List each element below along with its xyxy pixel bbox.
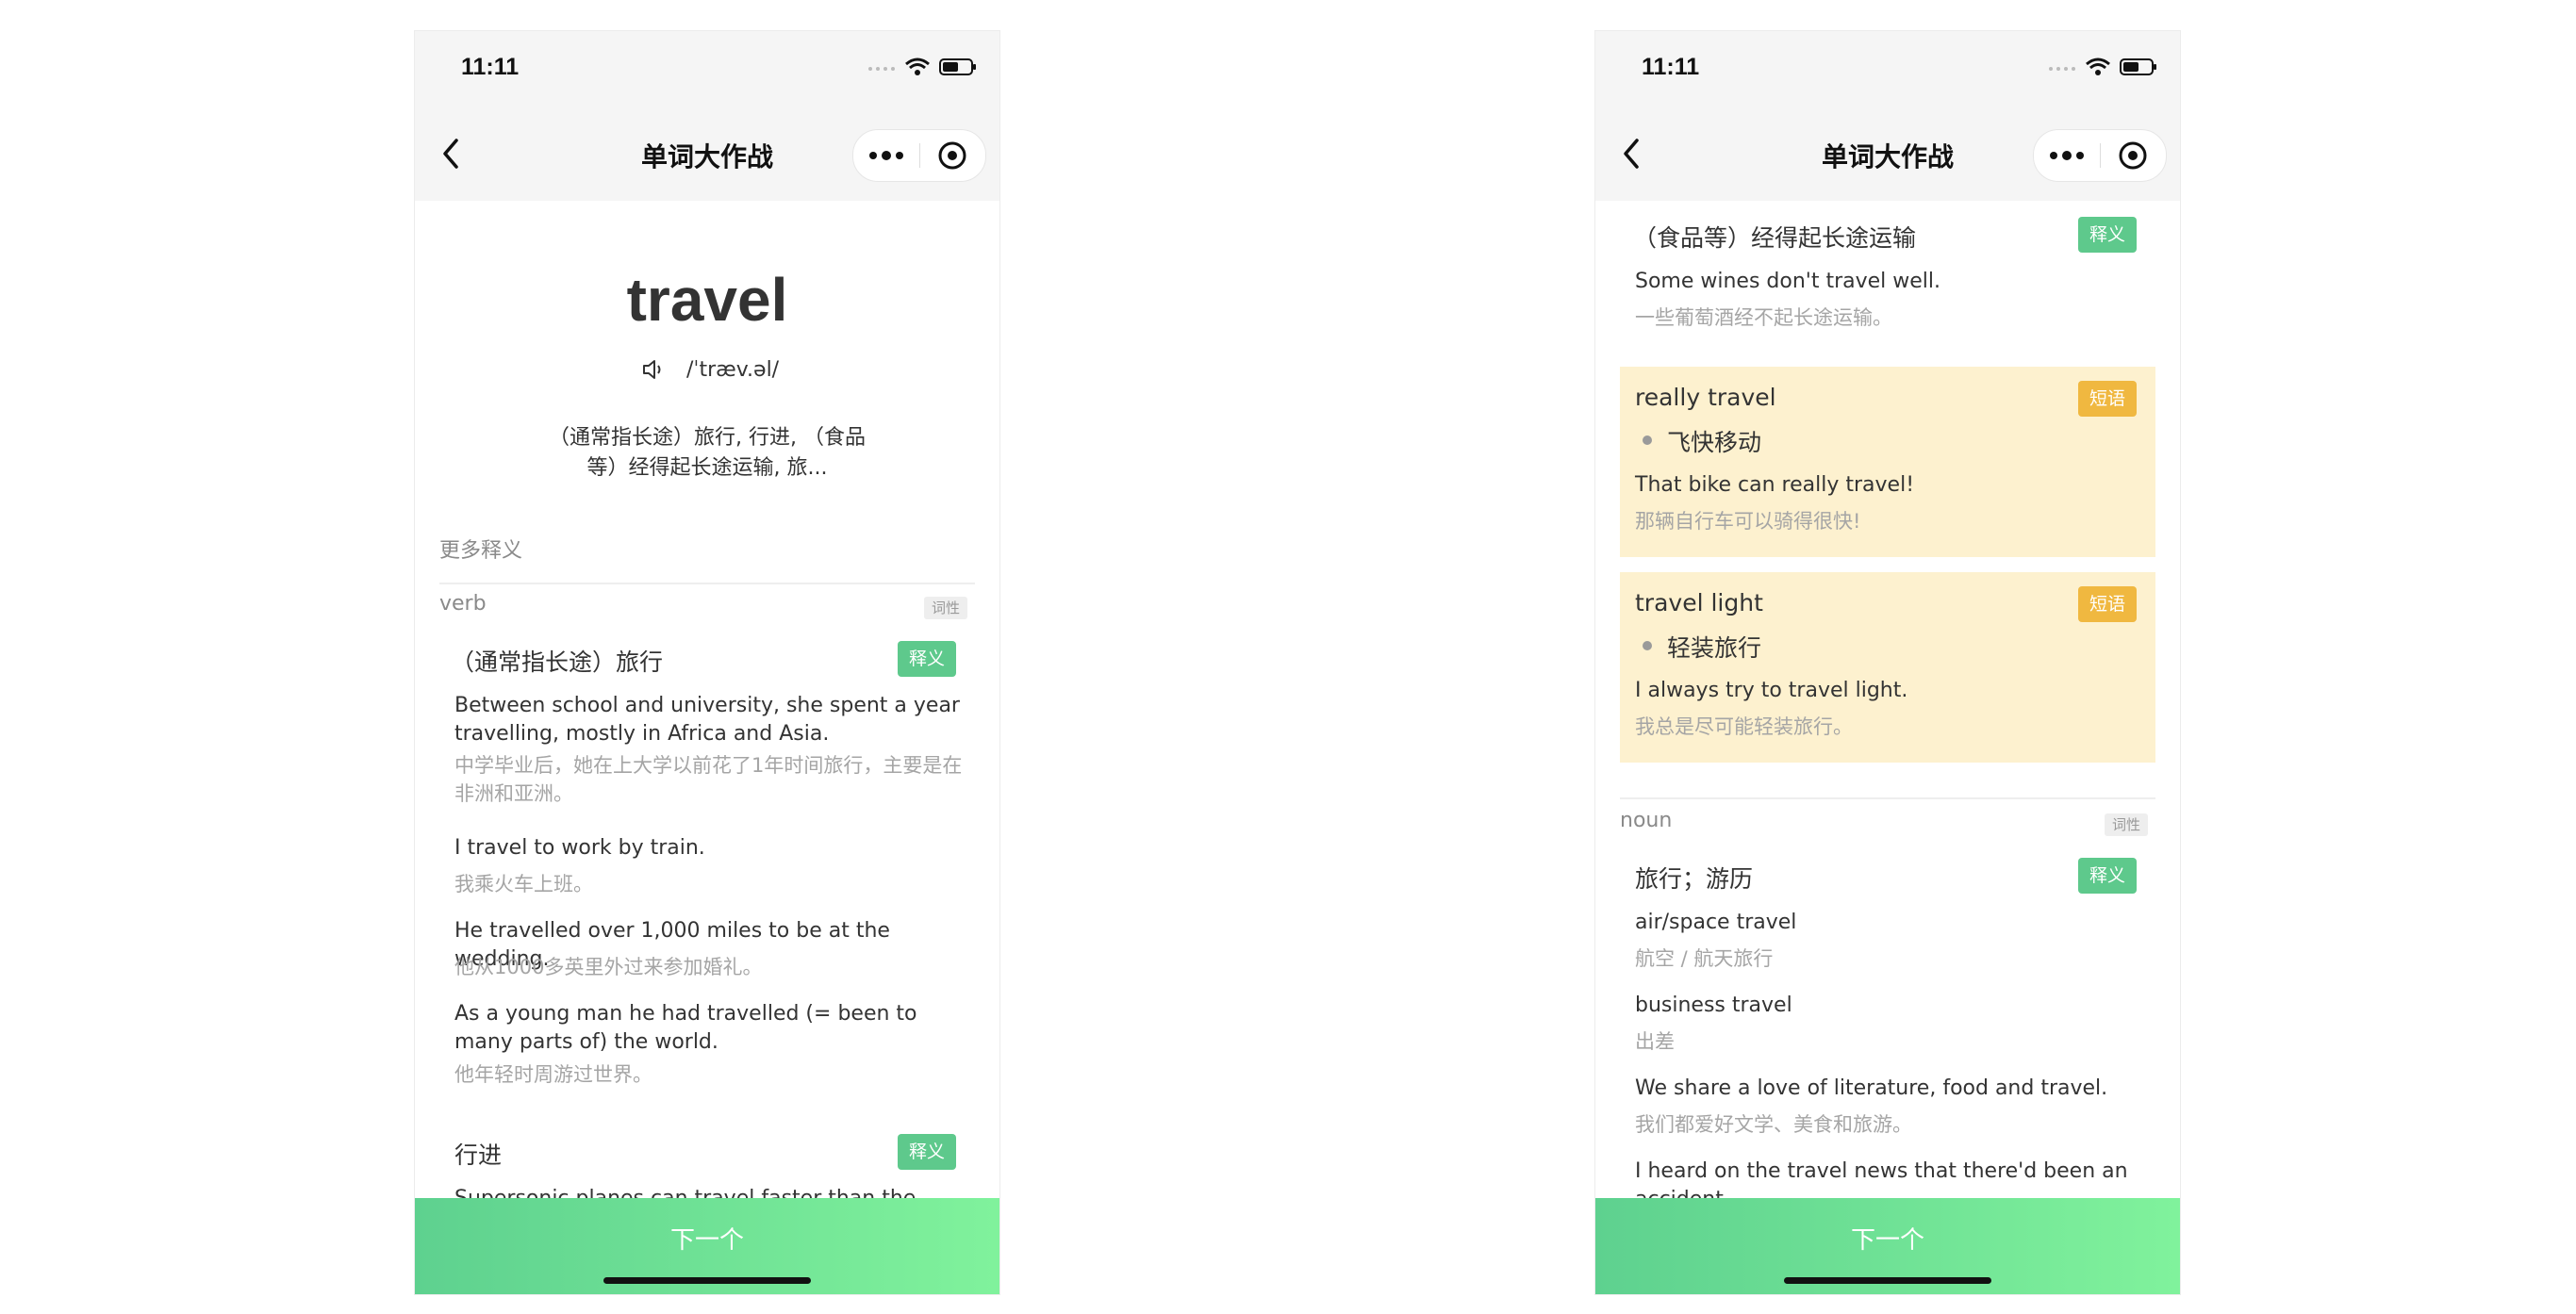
example-en: We share a love of literature, food and …	[1635, 1076, 2108, 1100]
divider	[439, 583, 975, 584]
wifi-icon	[2086, 57, 2110, 75]
example-zh: 他年轻时周游过世界。	[454, 1063, 652, 1086]
example-zh: 出差	[1635, 1030, 1675, 1053]
sense-definition: 旅行；游历	[1635, 865, 1754, 893]
part-of-speech: noun	[1620, 809, 1673, 832]
wifi-icon	[905, 57, 930, 75]
bullet-dot	[1643, 435, 1652, 445]
phrase-meaning: 轻装旅行	[1667, 634, 1762, 662]
more-dot-icon	[2062, 151, 2072, 160]
example-en: That bike can really travel!	[1635, 473, 1915, 497]
more-dot-icon	[869, 152, 877, 159]
example-zh: 中学毕业后，她在上大学以前花了1年时间旅行，主要是在非洲和亚洲。	[454, 754, 963, 805]
summary-line-2: 等）经得起长途运输, 旅...	[586, 456, 828, 480]
more-button[interactable]	[2034, 130, 2100, 181]
example-en: air/space travel	[1635, 911, 1797, 934]
status-icons	[2048, 57, 2157, 76]
home-indicator	[603, 1277, 811, 1284]
example-en: Some wines don't travel well.	[1635, 270, 1941, 293]
example-zh: 我们都爱好文学、美食和旅游。	[1635, 1113, 1912, 1136]
more-button[interactable]	[853, 130, 919, 181]
summary-line-1: （通常指长途）旅行, 行进, （食品	[549, 426, 866, 450]
more-dot-icon	[2076, 152, 2084, 159]
pos-tag: 词性	[924, 597, 968, 619]
definition-tag: 释义	[898, 1134, 957, 1170]
word-title: travel	[626, 266, 788, 334]
phrase-card: really travel 短语 飞快移动 That bike can real…	[1620, 367, 2155, 557]
phrase-title: travel light	[1635, 589, 1763, 616]
battery-icon	[2120, 58, 2156, 75]
speaker-icon[interactable]	[641, 358, 666, 381]
status-icons	[867, 57, 977, 76]
sense-definition: （食品等）经得起长途运输	[1633, 224, 1917, 252]
phone-screen-left: 11:11 单词大作战 travel /ˈtræv.əl/ （通常指长途）旅行,…	[415, 31, 999, 1294]
phone-screen-right: 11:11 单词大作战 （食品等）经得起长途运输 释义 Some wines d…	[1595, 31, 2180, 1294]
nav-bar: 单词大作战	[1595, 107, 2180, 201]
status-bar: 11:11	[415, 31, 999, 107]
example-zh: 我乘火车上班。	[454, 873, 593, 895]
signal-icon	[868, 67, 895, 71]
next-button-label: 下一个	[669, 1225, 744, 1254]
phonetic: /ˈtræv.əl/	[686, 358, 780, 382]
mini-program-capsule	[2033, 129, 2167, 182]
target-close-icon	[938, 141, 966, 170]
word-detail-content: （食品等）经得起长途运输 释义 Some wines don't travel …	[1595, 201, 2180, 1226]
more-dot-icon	[2050, 152, 2057, 159]
example-zh: 我总是尽可能轻装旅行。	[1635, 715, 1853, 738]
definition-tag: 释义	[2078, 217, 2138, 253]
pos-tag: 词性	[2105, 813, 2149, 836]
more-dot-icon	[882, 151, 891, 160]
close-button[interactable]	[2100, 130, 2166, 181]
part-of-speech: verb	[439, 592, 487, 616]
mini-program-capsule	[852, 129, 986, 182]
example-zh: 一些葡萄酒经不起长途运输。	[1635, 306, 1892, 329]
status-time: 11:11	[1642, 54, 1700, 80]
next-button-label: 下一个	[1850, 1225, 1924, 1254]
sense-definition: （通常指长途）旅行	[451, 649, 664, 676]
phrase-title: really travel	[1635, 384, 1776, 411]
example-en: business travel	[1635, 994, 1792, 1017]
nav-bar: 单词大作战	[415, 107, 999, 201]
more-meanings-link[interactable]: 更多释义	[439, 534, 522, 564]
example-zh: 航空 / 航天旅行	[1635, 947, 1774, 970]
example-en: As a young man he had travelled (= been …	[454, 1002, 917, 1054]
definition-tag: 释义	[2078, 858, 2138, 894]
example-zh: 他从1000多英里外过来参加婚礼。	[454, 956, 763, 978]
phrase-tag: 短语	[2078, 586, 2138, 622]
status-bar: 11:11	[1595, 31, 2180, 107]
divider	[1620, 797, 2155, 799]
close-button[interactable]	[919, 130, 985, 181]
target-close-icon	[2119, 141, 2147, 170]
phrase-meaning: 飞快移动	[1667, 429, 1762, 456]
phrase-card: travel light 短语 轻装旅行 I always try to tra…	[1620, 572, 2155, 763]
definition-tag: 释义	[898, 641, 957, 677]
example-en: Between school and university, she spent…	[454, 694, 960, 746]
bullet-dot	[1643, 641, 1652, 650]
status-time: 11:11	[461, 54, 520, 80]
example-zh: 那辆自行车可以骑得很快!	[1635, 510, 1861, 533]
more-dot-icon	[896, 152, 903, 159]
battery-icon	[939, 58, 976, 75]
home-indicator	[1784, 1277, 1991, 1284]
signal-icon	[2049, 67, 2075, 71]
word-detail-content: travel /ˈtræv.əl/ （通常指长途）旅行, 行进, （食品 等）经…	[415, 201, 999, 1226]
sense-definition: 行进	[454, 1142, 503, 1169]
phrase-tag: 短语	[2078, 381, 2138, 417]
example-en: I travel to work by train.	[454, 836, 705, 860]
example-en: I always try to travel light.	[1635, 679, 1908, 702]
